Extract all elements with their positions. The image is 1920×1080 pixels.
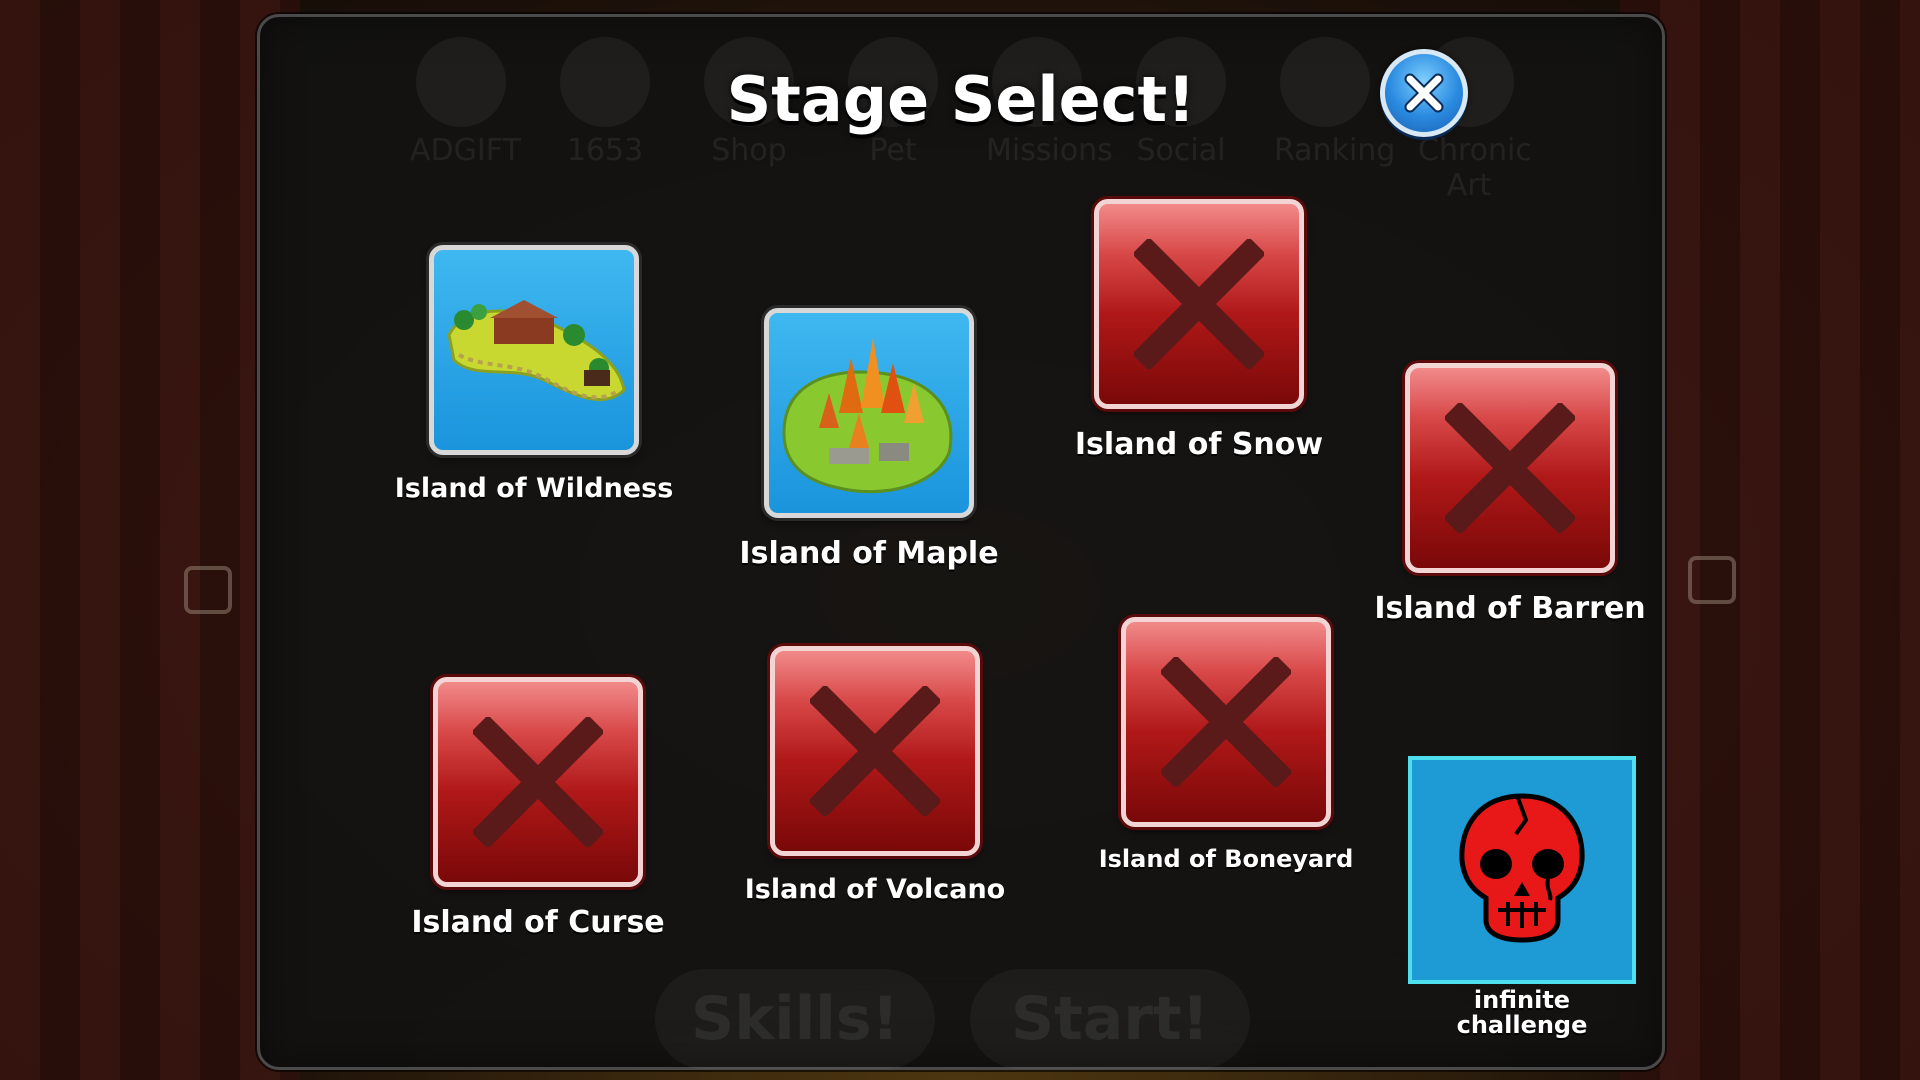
locked-tile	[1121, 617, 1331, 827]
stage-label: Island of Snow	[1074, 427, 1324, 462]
stage-island-of-curse[interactable]: Island of Curse	[373, 677, 703, 940]
locked-tile	[1094, 199, 1304, 409]
locked-x-icon	[473, 717, 603, 847]
background-start-button: Start!	[970, 969, 1250, 1069]
stage-label: Island of Wildness	[394, 473, 674, 504]
infinite-challenge-tile	[1408, 756, 1636, 984]
stage-label: Island of Curse	[411, 905, 665, 940]
infinite-challenge-label: infinite challenge	[1456, 986, 1588, 1039]
stage-island-of-snow[interactable]: Island of Snow	[1034, 199, 1364, 462]
infinite-challenge-button[interactable]: infinite challenge	[1402, 756, 1642, 1038]
stage-label: Island of Maple	[739, 536, 999, 571]
locked-x-icon	[1134, 239, 1264, 369]
island-of-wildness-thumbnail	[429, 245, 639, 455]
stage-island-of-maple[interactable]: Island of Maple	[704, 308, 1034, 571]
background-gem-icon	[1688, 556, 1736, 604]
locked-tile	[433, 677, 643, 887]
background-skills-button: Skills!	[655, 969, 935, 1069]
stage-island-of-volcano[interactable]: Island of Volcano	[710, 646, 1040, 905]
locked-tile	[1405, 363, 1615, 573]
locked-tile	[770, 646, 980, 856]
locked-x-icon	[1445, 403, 1575, 533]
close-icon	[1404, 73, 1444, 113]
stage-island-of-boneyard[interactable]: Island of Boneyard	[1061, 617, 1391, 873]
stage-label: Island of Boneyard	[1098, 845, 1354, 873]
island-of-maple-thumbnail	[764, 308, 974, 518]
stage-select-dialog: ADGIFT 1653 Shop Pet Missions Social Ran…	[257, 14, 1665, 1070]
stage-island-of-barren[interactable]: Island of Barren	[1345, 363, 1675, 626]
background-gem-icon	[184, 566, 232, 614]
skull-icon	[1459, 793, 1585, 943]
background-curtain-left	[0, 0, 300, 1080]
close-button[interactable]	[1380, 49, 1468, 137]
stage-island-of-wildness[interactable]: Island of Wildness	[369, 245, 699, 504]
stage-label: Island of Volcano	[744, 874, 1006, 905]
locked-x-icon	[810, 686, 940, 816]
stage-label: Island of Barren	[1374, 591, 1646, 626]
locked-x-icon	[1161, 657, 1291, 787]
